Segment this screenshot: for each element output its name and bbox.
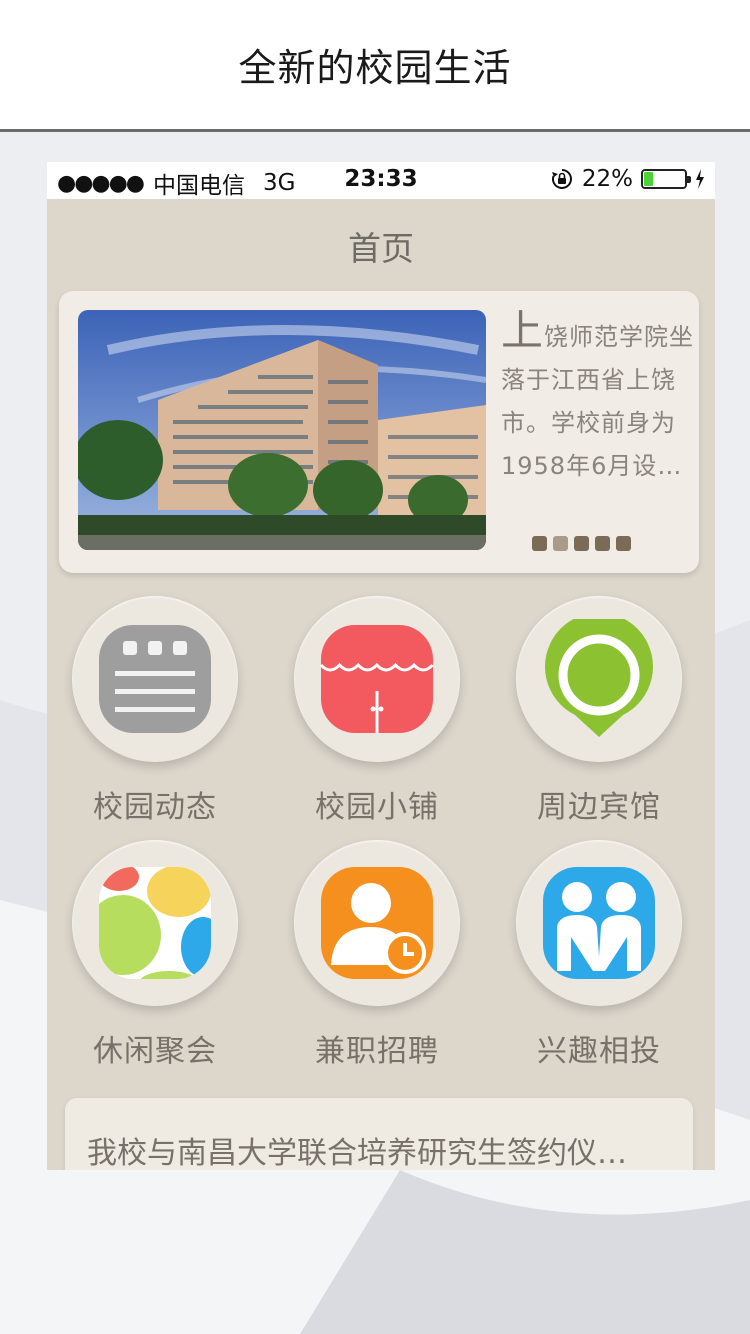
grid-item-campus-shop[interactable]: 校园小铺: [292, 596, 462, 826]
banner-text-line: 1958年6月设…: [501, 452, 683, 480]
icon-button[interactable]: [516, 840, 682, 1006]
grid-item-label: 兼职招聘: [315, 1034, 439, 1069]
status-right: 22%: [550, 166, 705, 192]
two-people-icon: [543, 867, 655, 979]
promo-title: 全新的校园生活: [238, 46, 512, 90]
colorful-bubbles-icon: [99, 867, 211, 979]
banner-description[interactable]: 上饶师范学院坐 落于江西省上饶 市。学校前身为 1958年6月设…: [501, 309, 695, 488]
news-headline[interactable]: 我校与南昌大学联合培养研究生签约仪…: [87, 1128, 677, 1170]
banner-text-line: 落于江西省上饶: [501, 366, 676, 394]
carousel-dot[interactable]: [616, 536, 631, 551]
news-list-icon: [99, 625, 211, 733]
promo-header: 全新的校园生活: [0, 0, 750, 132]
icon-button[interactable]: [294, 840, 460, 1006]
battery-icon: [641, 169, 691, 189]
carousel-dot[interactable]: [532, 536, 547, 551]
banner-text-line: 市。学校前身为: [501, 409, 676, 437]
phone-screen: ●●●●● 中国电信 3G 23:33 22% 首页 上饶师范学院坐 落于江西省…: [47, 162, 715, 1170]
status-bar: ●●●●● 中国电信 3G 23:33 22%: [47, 162, 715, 199]
campus-building-image[interactable]: [78, 310, 486, 550]
network-type: 3G: [262, 170, 296, 196]
grid-item-shared-interests[interactable]: 兴趣相投: [514, 840, 684, 1070]
page-title: 首页: [348, 229, 414, 268]
banner-lead-char: 上: [501, 306, 545, 355]
icon-button[interactable]: [294, 596, 460, 762]
carousel-dot[interactable]: [553, 536, 568, 551]
battery-cap: [687, 176, 691, 183]
status-left: ●●●●● 中国电信 3G: [57, 166, 295, 200]
location-pin-icon: [545, 619, 653, 737]
grid-item-leisure-gathering[interactable]: 休闲聚会: [70, 840, 240, 1070]
person-clock-icon: [321, 867, 433, 979]
carousel-page-indicator[interactable]: [532, 536, 631, 551]
icon-button[interactable]: [516, 596, 682, 762]
grid-item-campus-news[interactable]: 校园动态: [70, 596, 240, 826]
icon-button[interactable]: [72, 840, 238, 1006]
grid-item-label: 休闲聚会: [93, 1034, 217, 1069]
grid-item-label: 校园动态: [93, 790, 217, 825]
grid-item-nearby-hotels[interactable]: 周边宾馆: [514, 596, 684, 826]
icon-button[interactable]: [72, 596, 238, 762]
carousel-dot[interactable]: [574, 536, 589, 551]
banner-text-line: 饶师范学院坐: [544, 323, 695, 351]
news-card[interactable]: 我校与南昌大学联合培养研究生签约仪…: [65, 1098, 693, 1170]
carrier-name: 中国电信: [152, 173, 245, 199]
shop-awning-icon: [319, 625, 434, 733]
banner-carousel[interactable]: 上饶师范学院坐 落于江西省上饶 市。学校前身为 1958年6月设…: [59, 291, 699, 573]
battery-percent: 22%: [581, 166, 633, 192]
rotation-lock-icon: [551, 169, 572, 189]
carousel-dot[interactable]: [595, 536, 610, 551]
grid-item-part-time-jobs[interactable]: 兼职招聘: [292, 840, 462, 1070]
grid-item-label: 周边宾馆: [537, 790, 661, 825]
grid-item-label: 校园小铺: [315, 790, 439, 825]
signal-strength-icon: ●●●●●: [57, 170, 145, 196]
grid-item-label: 兴趣相投: [537, 1034, 661, 1069]
battery-level: [644, 172, 653, 186]
charging-bolt-icon: [696, 169, 704, 189]
